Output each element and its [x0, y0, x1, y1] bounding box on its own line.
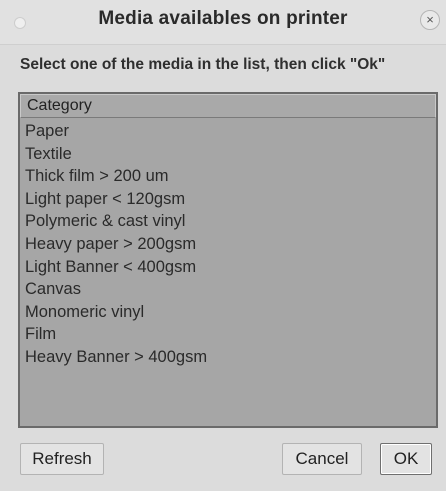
list-item[interactable]: Heavy paper > 200gsm — [25, 233, 436, 256]
list-column-header[interactable]: Category — [20, 94, 436, 118]
list-item[interactable]: Paper — [25, 120, 436, 143]
instruction-text: Select one of the media in the list, the… — [20, 56, 386, 73]
list-item[interactable]: Light Banner < 400gsm — [25, 256, 436, 279]
media-list[interactable]: Category Paper Textile Thick film > 200 … — [18, 92, 438, 428]
list-item[interactable]: Textile — [25, 143, 436, 166]
list-item[interactable]: Light paper < 120gsm — [25, 188, 436, 211]
window-title: Media availables on printer — [98, 8, 348, 29]
list-item[interactable]: Monomeric vinyl — [25, 301, 436, 324]
list-item[interactable]: Film — [25, 323, 436, 346]
cancel-button[interactable]: Cancel — [282, 443, 362, 475]
title-bar[interactable]: Media availables on printer × — [0, 0, 446, 45]
list-item[interactable]: Canvas — [25, 278, 436, 301]
list-item[interactable]: Heavy Banner > 400gsm — [25, 346, 436, 369]
ok-button[interactable]: OK — [380, 443, 432, 475]
refresh-button[interactable]: Refresh — [20, 443, 104, 475]
close-icon[interactable]: × — [420, 10, 440, 30]
list-item[interactable]: Thick film > 200 um — [25, 165, 436, 188]
list-item[interactable]: Polymeric & cast vinyl — [25, 210, 436, 233]
list-items: Paper Textile Thick film > 200 um Light … — [20, 118, 436, 369]
media-dialog: Media availables on printer × Select one… — [0, 0, 446, 491]
